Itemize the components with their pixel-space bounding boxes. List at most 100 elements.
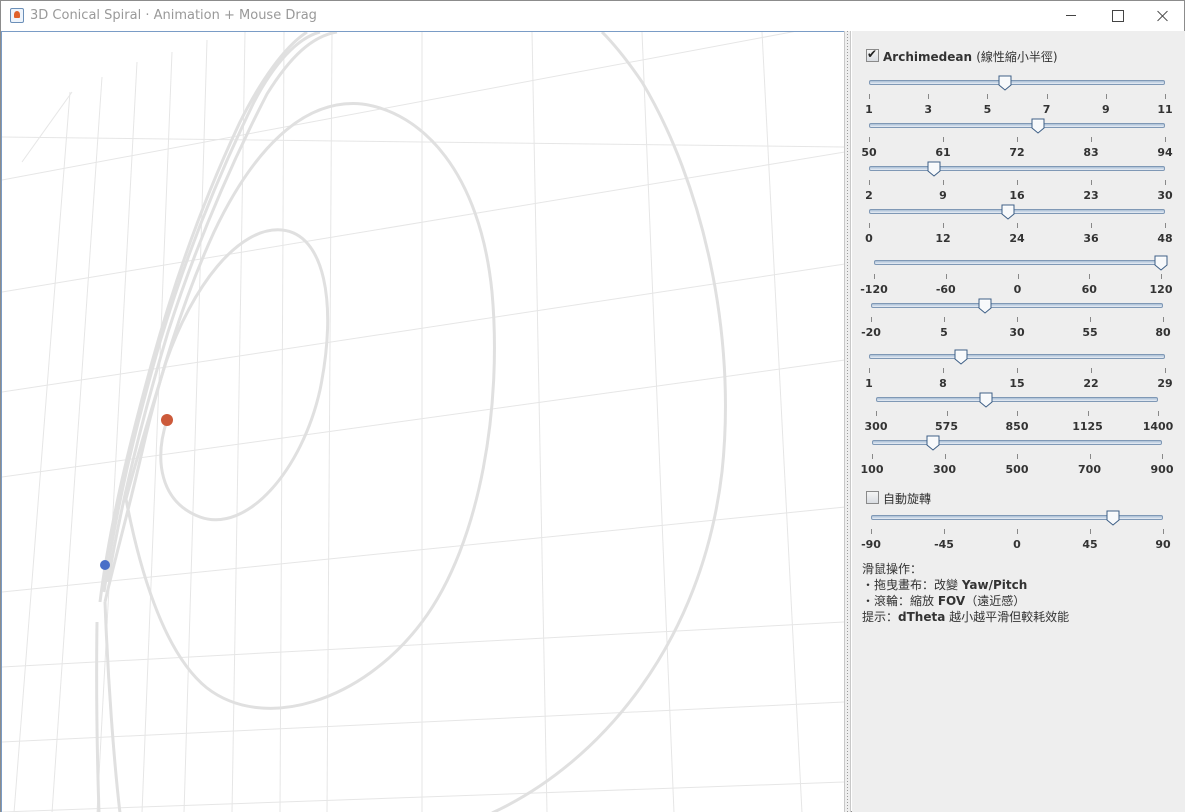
slider-tick [987, 94, 989, 99]
maximize-button[interactable] [1094, 1, 1140, 31]
slider-tick-label: 30 [1009, 326, 1025, 339]
rotation-slider[interactable]: -90 -45 0 45 90 [861, 510, 1171, 556]
slider-tick-label: -20 [861, 326, 881, 339]
help-drag-line: ・拖曳畫布：改變 Yaw/Pitch [862, 577, 1069, 593]
slider-tick-label: 61 [935, 146, 951, 159]
slider-tick [944, 317, 945, 322]
conical-spiral [95, 32, 727, 812]
slider-thumb[interactable] [1154, 255, 1168, 271]
slider-tick-label: 300 [864, 420, 888, 433]
slider-thumb[interactable] [1106, 510, 1120, 526]
help-text: 滑鼠操作： ・拖曳畫布：改變 Yaw/Pitch ・滾輪：縮放 FOV（遠近感）… [862, 561, 1069, 625]
slider-tick [943, 137, 944, 142]
slider-tick-label: 7 [1042, 103, 1051, 116]
slider-thumb[interactable] [979, 392, 993, 408]
slider-9[interactable]: 100 300 500 700 900 [861, 435, 1173, 481]
slider-track[interactable] [869, 354, 1165, 359]
spiral-canvas[interactable] [1, 31, 844, 812]
slider-thumb[interactable] [1031, 118, 1045, 134]
auto-rotate-checkbox[interactable] [866, 491, 879, 504]
slider-track[interactable] [869, 80, 1165, 85]
slider-tick [1017, 411, 1018, 416]
close-button[interactable] [1140, 1, 1185, 31]
help-tip-value: dTheta [898, 610, 946, 624]
slider-1[interactable]: 1 3 5 7 9 11 [865, 75, 1173, 121]
help-title: 滑鼠操作： [862, 562, 923, 576]
help-drag-prefix: ・拖曳畫布：改變 [862, 578, 962, 592]
slider-tick-label: 5 [940, 326, 948, 339]
slider-tick-label: 0 [1013, 538, 1021, 551]
slider-tick [1089, 454, 1091, 459]
slider-tick-label: 15 [1009, 377, 1025, 390]
slider-thumb[interactable] [978, 298, 992, 314]
perspective-grid [2, 32, 844, 812]
archimedean-label: Archimedean (線性縮小半徑) [883, 48, 1058, 65]
slider-5[interactable]: -120 -60 0 60 120 [860, 255, 1172, 301]
slider-track[interactable] [872, 440, 1162, 445]
slider-tick [1017, 223, 1018, 228]
slider-tick-label: 94 [1157, 146, 1173, 159]
slider-6[interactable]: -20 5 30 55 80 [861, 298, 1171, 344]
slider-tick [1165, 368, 1166, 373]
slider-4[interactable]: 0 12 24 36 48 [865, 204, 1173, 250]
help-drag-value: Yaw/Pitch [961, 578, 1028, 592]
help-tip-line: 提示：dTheta 越小越平滑但較耗效能 [862, 609, 1069, 625]
window-title: 3D Conical Spiral · Animation + Mouse Dr… [30, 8, 317, 23]
slider-tick-label: 5 [983, 103, 992, 116]
slider-track[interactable] [869, 209, 1165, 214]
slider-tick [945, 274, 947, 279]
slider-tick [946, 411, 948, 416]
slider-tick [1158, 411, 1159, 416]
minimize-button[interactable] [1048, 1, 1094, 31]
slider-tick-label: 1 [865, 377, 873, 390]
slider-track[interactable] [874, 260, 1161, 265]
slider-thumb[interactable] [998, 75, 1012, 91]
slider-tick [1165, 223, 1166, 228]
slider-tick-label: 83 [1083, 146, 1099, 159]
slider-track[interactable] [869, 123, 1165, 128]
slider-track[interactable] [871, 303, 1163, 308]
slider-3[interactable]: 2 9 16 23 30 [865, 161, 1173, 207]
archimedean-checkbox[interactable] [866, 47, 879, 62]
slider-tick-label: 3 [924, 103, 933, 116]
slider-tick-label: 12 [935, 232, 951, 245]
slider-tick-label: 1400 [1142, 420, 1174, 433]
slider-tick-label: 300 [933, 463, 956, 476]
slider-tick [874, 274, 875, 279]
slider-thumb[interactable] [927, 161, 941, 177]
slider-tick [944, 454, 946, 459]
slider-tick-label: 0 [1013, 283, 1022, 296]
slider-tick-label: 55 [1082, 326, 1098, 339]
slider-tick [1017, 317, 1018, 322]
slider-track[interactable] [876, 397, 1158, 402]
slider-tick [943, 180, 944, 185]
slider-thumb[interactable] [926, 435, 940, 451]
slider-thumb[interactable] [954, 349, 968, 365]
app-window: 3D Conical Spiral · Animation + Mouse Dr… [0, 0, 1185, 812]
slider-8[interactable]: 300 575 850 1125 1400 [865, 392, 1173, 438]
slider-tick [1090, 529, 1091, 534]
archimedean-label-sub: (線性縮小半徑) [976, 50, 1058, 64]
slider-tick [876, 411, 877, 416]
java-cup-icon [10, 8, 24, 23]
slider-tick [1090, 317, 1091, 322]
slider-tick-label: 90 [1155, 538, 1171, 551]
slider-tick-label: 48 [1157, 232, 1173, 245]
title-bar: 3D Conical Spiral · Animation + Mouse Dr… [1, 1, 1184, 31]
slider-tick [1017, 180, 1018, 185]
slider-tick-label: 80 [1155, 326, 1171, 339]
split-pane-divider[interactable] [844, 31, 851, 812]
slider-tick [1087, 411, 1089, 416]
slider-thumb[interactable] [1001, 204, 1015, 220]
slider-tick-label: 16 [1009, 189, 1025, 202]
slider-tick [943, 368, 944, 373]
slider-7[interactable]: 1 8 15 22 29 [865, 349, 1173, 395]
slider-tick-label: -60 [935, 283, 956, 296]
slider-tick-label: -45 [934, 538, 954, 551]
slider-2[interactable]: 50 61 72 83 94 [861, 118, 1173, 164]
slider-track[interactable] [869, 166, 1165, 171]
slider-tick [928, 94, 930, 99]
slider-tick-label: 700 [1078, 463, 1101, 476]
slider-tick [1162, 454, 1163, 459]
slider-tick [1017, 454, 1018, 459]
